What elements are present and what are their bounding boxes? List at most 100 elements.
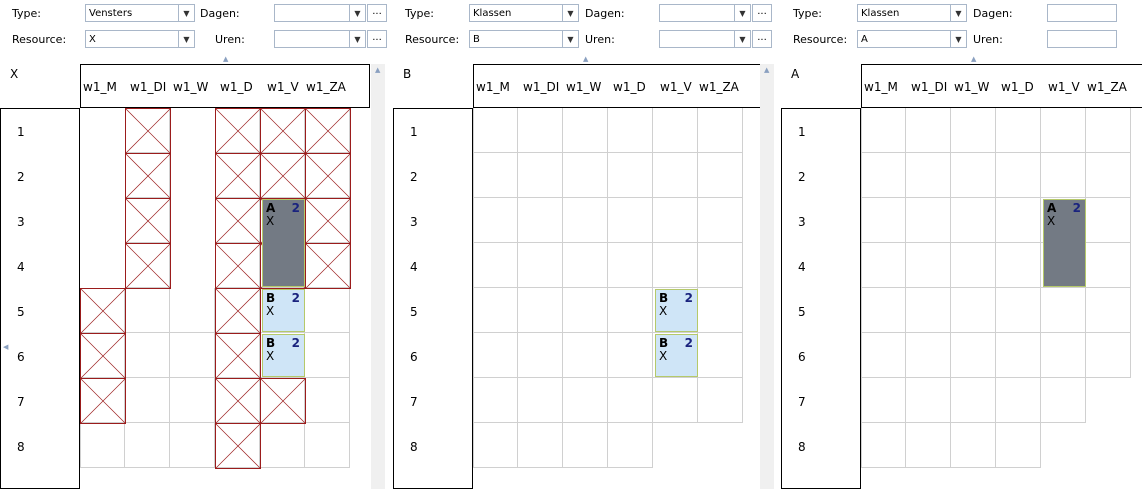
splitter-handle-icon[interactable]: ▲ bbox=[223, 55, 228, 63]
chevron-down-icon[interactable]: ▼ bbox=[734, 5, 750, 21]
schedule-cell[interactable] bbox=[260, 423, 305, 468]
schedule-cell[interactable] bbox=[653, 243, 698, 288]
chevron-down-icon[interactable]: ▼ bbox=[349, 5, 365, 21]
schedule-cell[interactable] bbox=[170, 288, 215, 333]
type-combo[interactable]: Klassen ▼ bbox=[857, 4, 967, 22]
schedule-cell[interactable] bbox=[170, 423, 215, 468]
type-combo[interactable]: Vensters ▼ bbox=[85, 4, 195, 22]
schedule-cell[interactable] bbox=[473, 108, 518, 153]
schedule-cell[interactable] bbox=[518, 333, 563, 378]
schedule-cell[interactable] bbox=[698, 198, 743, 243]
splitter-handle-icon[interactable]: ▲ bbox=[583, 55, 588, 63]
type-combo[interactable]: Klassen ▼ bbox=[469, 4, 579, 22]
schedule-cell[interactable] bbox=[473, 198, 518, 243]
schedule-cell[interactable] bbox=[951, 153, 996, 198]
resource-combo[interactable]: A ▼ bbox=[857, 30, 967, 48]
schedule-cell[interactable] bbox=[518, 243, 563, 288]
schedule-cell[interactable] bbox=[1086, 108, 1131, 153]
schedule-cell[interactable] bbox=[951, 423, 996, 468]
schedule-cell[interactable] bbox=[996, 288, 1041, 333]
schedule-cell[interactable] bbox=[563, 423, 608, 468]
schedule-cell[interactable] bbox=[906, 243, 951, 288]
schedule-cell[interactable] bbox=[473, 423, 518, 468]
dagen-combo[interactable]: ▼ bbox=[659, 4, 751, 22]
appointment-block[interactable]: A2X bbox=[1043, 199, 1086, 287]
uren-combo[interactable]: ▼ bbox=[274, 30, 366, 48]
appointment-block[interactable]: A2X bbox=[262, 199, 305, 287]
chevron-down-icon[interactable]: ▼ bbox=[950, 5, 966, 21]
schedule-cell[interactable] bbox=[698, 153, 743, 198]
schedule-cell[interactable] bbox=[608, 378, 653, 423]
schedule-cell[interactable] bbox=[608, 288, 653, 333]
schedule-cell[interactable] bbox=[906, 423, 951, 468]
schedule-cell[interactable] bbox=[125, 423, 170, 468]
schedule-cell[interactable] bbox=[125, 333, 170, 378]
schedule-cell[interactable] bbox=[608, 198, 653, 243]
schedule-cell[interactable] bbox=[563, 333, 608, 378]
appointment-block[interactable]: B2X bbox=[262, 334, 305, 377]
schedule-cell[interactable] bbox=[653, 198, 698, 243]
schedule-cell[interactable] bbox=[698, 378, 743, 423]
schedule-cell[interactable] bbox=[653, 378, 698, 423]
schedule-cell[interactable] bbox=[473, 333, 518, 378]
schedule-cell[interactable] bbox=[996, 378, 1041, 423]
uren-combo[interactable]: ▼ bbox=[659, 30, 751, 48]
panel-scrollbar[interactable]: ▲ bbox=[371, 64, 385, 489]
schedule-cell[interactable] bbox=[906, 333, 951, 378]
schedule-cell[interactable] bbox=[996, 198, 1041, 243]
schedule-cell[interactable] bbox=[473, 288, 518, 333]
schedule-cell[interactable] bbox=[608, 153, 653, 198]
schedule-cell[interactable] bbox=[951, 378, 996, 423]
schedule-cell[interactable] bbox=[951, 288, 996, 333]
schedule-cell[interactable] bbox=[698, 288, 743, 333]
scroll-up-icon[interactable]: ▲ bbox=[375, 66, 380, 74]
schedule-cell[interactable] bbox=[996, 243, 1041, 288]
schedule-cell[interactable] bbox=[125, 378, 170, 423]
schedule-cell[interactable] bbox=[518, 198, 563, 243]
schedule-cell[interactable] bbox=[80, 423, 125, 468]
schedule-cell[interactable] bbox=[1086, 243, 1131, 288]
schedule-cell[interactable] bbox=[996, 423, 1041, 468]
schedule-cell[interactable] bbox=[698, 243, 743, 288]
appointment-block[interactable]: B2X bbox=[655, 334, 698, 377]
scroll-up-icon[interactable]: ▲ bbox=[764, 66, 769, 74]
schedule-cell[interactable] bbox=[906, 108, 951, 153]
schedule-cell[interactable] bbox=[861, 333, 906, 378]
resource-combo[interactable]: X ▼ bbox=[85, 30, 195, 48]
ellipsis-button[interactable]: ... bbox=[752, 30, 772, 48]
schedule-cell[interactable] bbox=[906, 288, 951, 333]
schedule-cell[interactable] bbox=[1041, 153, 1086, 198]
chevron-down-icon[interactable]: ▼ bbox=[349, 31, 365, 47]
schedule-cell[interactable] bbox=[653, 108, 698, 153]
schedule-cell[interactable] bbox=[1086, 333, 1131, 378]
schedule-cell[interactable] bbox=[563, 378, 608, 423]
schedule-cell[interactable] bbox=[906, 198, 951, 243]
schedule-cell[interactable] bbox=[563, 243, 608, 288]
schedule-cell[interactable] bbox=[170, 378, 215, 423]
schedule-cell[interactable] bbox=[951, 198, 996, 243]
schedule-cell[interactable] bbox=[608, 108, 653, 153]
schedule-cell[interactable] bbox=[518, 423, 563, 468]
schedule-cell[interactable] bbox=[305, 423, 350, 468]
schedule-cell[interactable] bbox=[563, 288, 608, 333]
splitter-handle-icon[interactable]: ▲ bbox=[971, 55, 976, 63]
resource-combo[interactable]: B ▼ bbox=[469, 30, 579, 48]
schedule-cell[interactable] bbox=[951, 243, 996, 288]
schedule-cell[interactable] bbox=[861, 198, 906, 243]
schedule-cell[interactable] bbox=[861, 243, 906, 288]
schedule-cell[interactable] bbox=[996, 333, 1041, 378]
schedule-cell[interactable] bbox=[1086, 288, 1131, 333]
dagen-combo[interactable] bbox=[1047, 4, 1117, 22]
schedule-cell[interactable] bbox=[563, 153, 608, 198]
schedule-cell[interactable] bbox=[861, 108, 906, 153]
appointment-block[interactable]: B2X bbox=[655, 289, 698, 332]
ellipsis-button[interactable]: ... bbox=[752, 4, 772, 22]
schedule-cell[interactable] bbox=[653, 153, 698, 198]
schedule-cell[interactable] bbox=[861, 423, 906, 468]
schedule-cell[interactable] bbox=[1041, 333, 1086, 378]
appointment-block[interactable]: B2X bbox=[262, 289, 305, 332]
schedule-cell[interactable] bbox=[608, 243, 653, 288]
schedule-cell[interactable] bbox=[861, 378, 906, 423]
schedule-cell[interactable] bbox=[951, 108, 996, 153]
schedule-cell[interactable] bbox=[1086, 198, 1131, 243]
